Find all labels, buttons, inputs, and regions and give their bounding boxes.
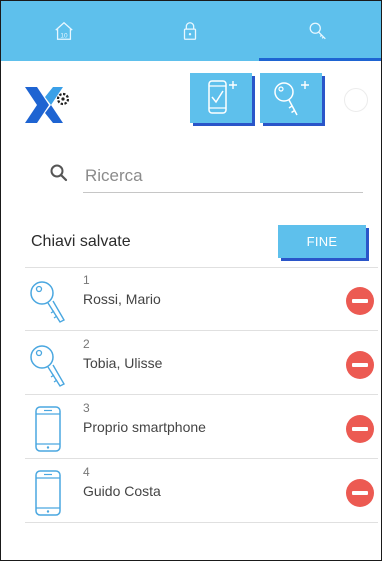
- home-icon: 10: [55, 21, 73, 40]
- list-item[interactable]: 1 Rossi, Mario: [25, 267, 378, 331]
- smartphone-icon: [35, 406, 61, 452]
- remove-button[interactable]: [346, 287, 374, 315]
- key-icon: [30, 281, 65, 323]
- tab-home[interactable]: 10: [1, 1, 127, 61]
- list-item[interactable]: 2 Tobia, Ulisse: [25, 331, 378, 395]
- remove-button[interactable]: [346, 479, 374, 507]
- list-item[interactable]: 4 Guido Costa: [25, 459, 378, 523]
- lock-icon: [183, 22, 197, 40]
- item-name: Guido Costa: [83, 483, 161, 499]
- tab-keys[interactable]: [255, 1, 381, 61]
- remove-button[interactable]: [346, 415, 374, 443]
- item-number: 4: [83, 465, 90, 479]
- add-key-button[interactable]: [260, 73, 322, 123]
- faded-circle-icon: [344, 88, 368, 112]
- search-input[interactable]: [83, 159, 363, 193]
- add-smartphone-button[interactable]: [190, 73, 252, 123]
- list-item[interactable]: 3 Proprio smartphone: [25, 395, 378, 459]
- app-logo-icon: [25, 87, 69, 123]
- item-number: 2: [83, 337, 90, 351]
- top-tab-bar: 10: [1, 1, 381, 61]
- selected-tab-indicator: [259, 58, 381, 61]
- add-smartphone-icon: [208, 80, 237, 114]
- item-name: Rossi, Mario: [83, 291, 161, 307]
- smartphone-icon: [35, 470, 61, 516]
- add-key-icon: [274, 81, 309, 116]
- key-icon: [309, 22, 326, 40]
- done-button[interactable]: FINE: [278, 225, 366, 258]
- app-screen: 10 Ricerca Chiavi salvate FINE 1 Rossi, …: [0, 0, 382, 561]
- remove-button[interactable]: [346, 351, 374, 379]
- home-tab-label: 10: [60, 32, 68, 39]
- item-name: Tobia, Ulisse: [83, 355, 163, 371]
- search-icon: [50, 164, 68, 182]
- tab-lock[interactable]: [127, 1, 253, 61]
- item-number: 3: [83, 401, 90, 415]
- item-name: Proprio smartphone: [83, 419, 206, 435]
- key-icon: [30, 345, 65, 387]
- saved-keys-list: 1 Rossi, Mario 2 Tobia, Ulisse 3 Proprio…: [25, 267, 378, 523]
- section-title: Chiavi salvate: [31, 233, 131, 250]
- item-number: 1: [83, 273, 90, 287]
